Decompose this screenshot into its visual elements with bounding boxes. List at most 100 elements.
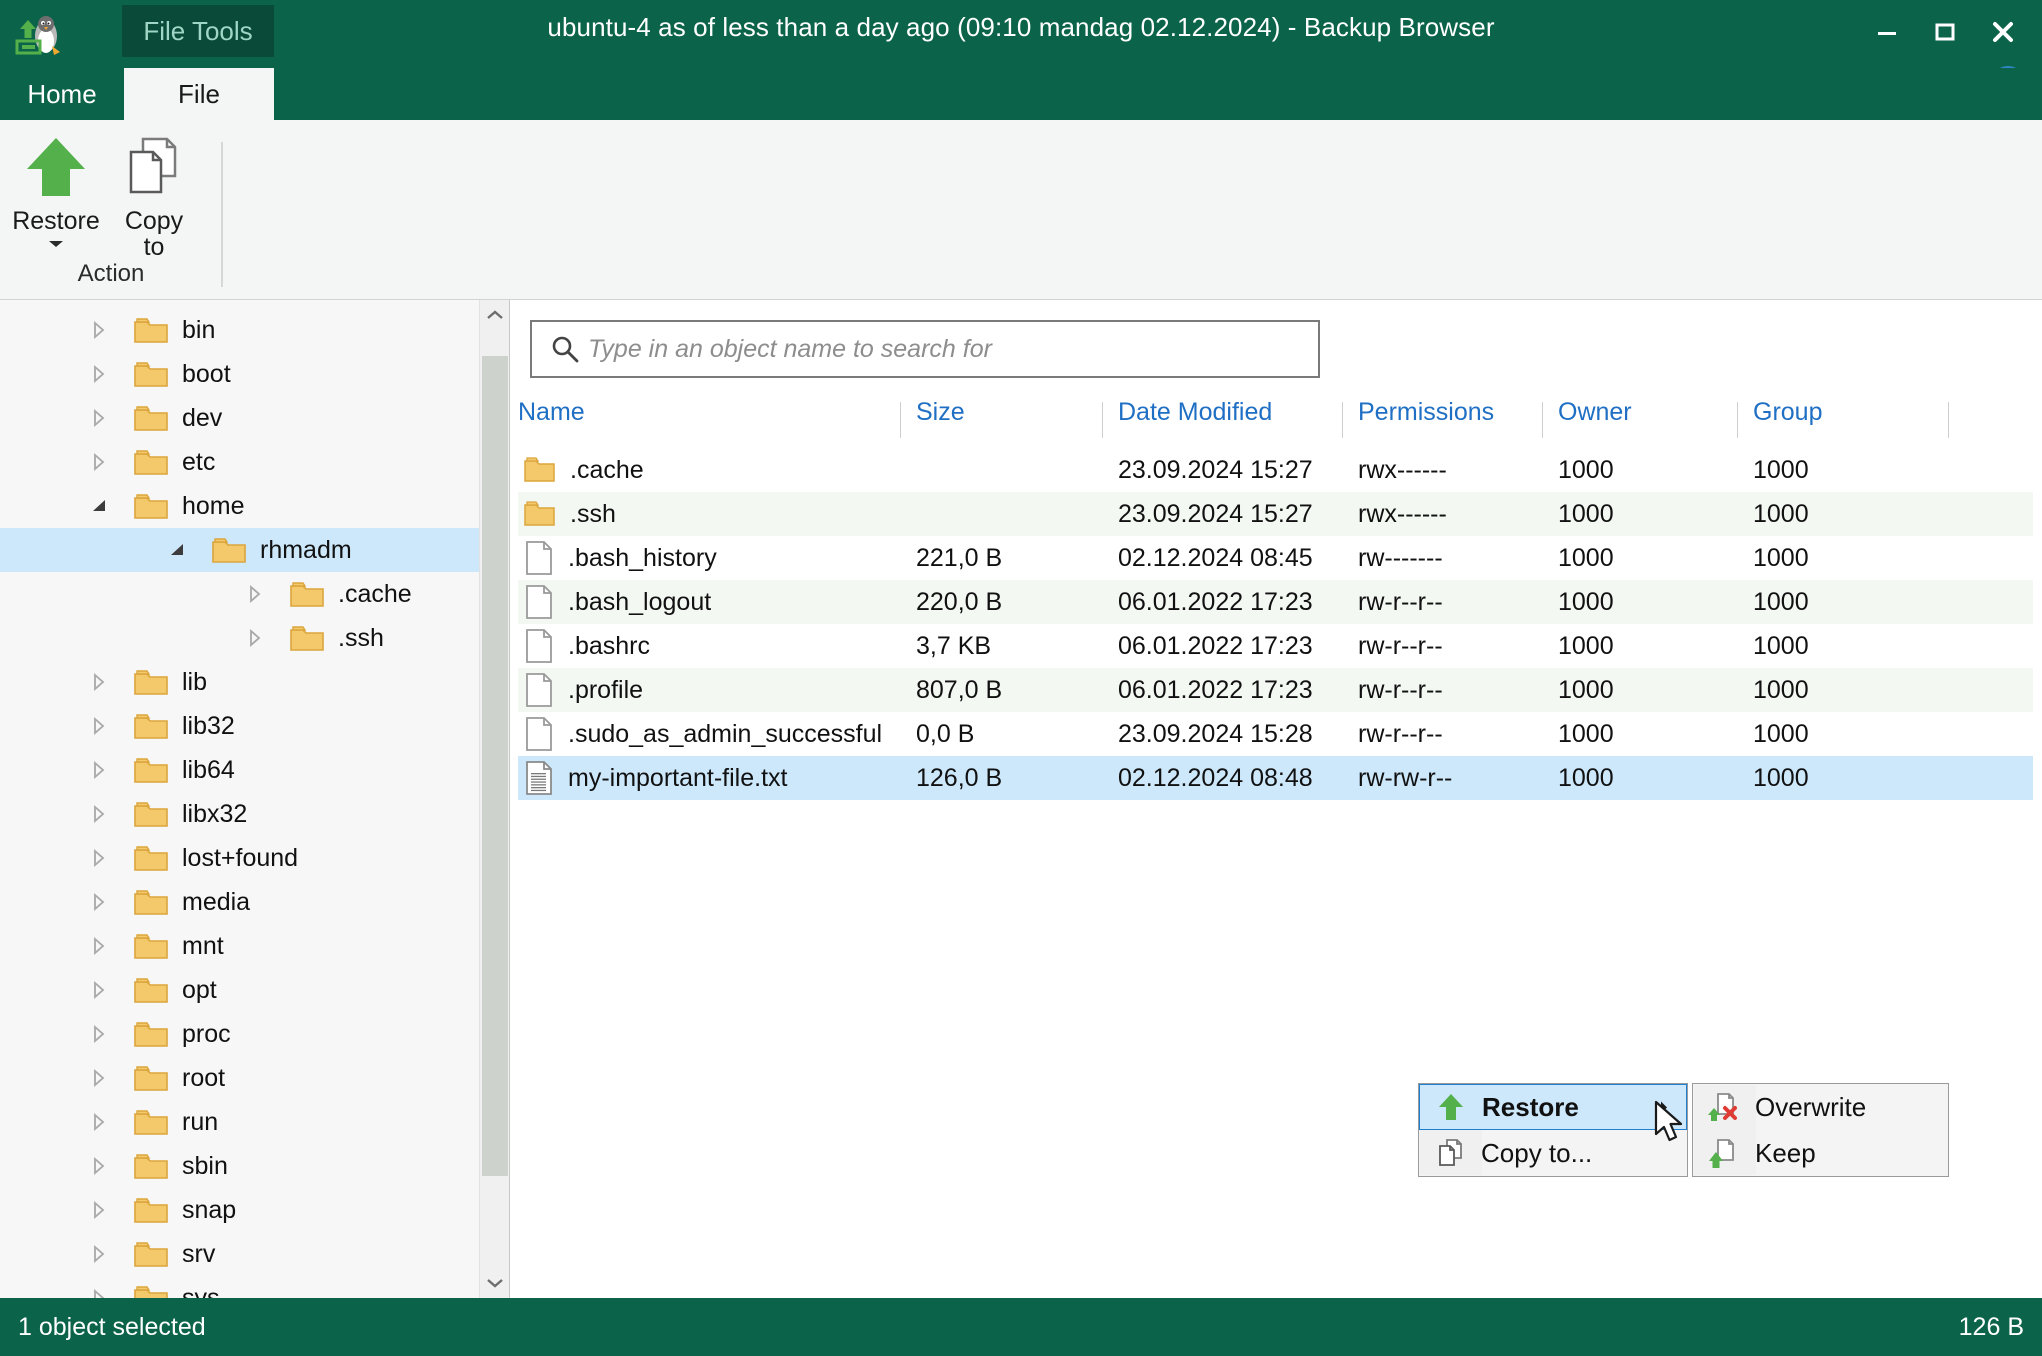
chevron-right-icon[interactable] xyxy=(86,1065,112,1091)
chevron-right-icon[interactable] xyxy=(86,889,112,915)
copy-to-label-line1: Copy xyxy=(124,207,184,235)
column-separator[interactable] xyxy=(900,402,901,438)
tree-item-dev[interactable]: dev xyxy=(0,396,509,440)
chevron-right-icon[interactable] xyxy=(86,933,112,959)
chevron-right-icon[interactable] xyxy=(242,625,268,651)
tab-file[interactable]: File xyxy=(124,68,274,120)
chevron-right-icon[interactable] xyxy=(86,449,112,475)
tree-item--ssh[interactable]: .ssh xyxy=(0,616,509,660)
table-row[interactable]: .cache 23.09.2024 15:27 rwx------ 1000 1000 xyxy=(518,448,2033,492)
context-menu-item-copy-to[interactable]: Copy to... xyxy=(1419,1130,1687,1176)
table-row[interactable]: .profile 807,0 B 06.01.2022 17:23 rw-r--r--… xyxy=(518,668,2033,712)
submenu-item-keep[interactable]: Keep xyxy=(1693,1130,1948,1176)
chevron-right-icon[interactable] xyxy=(86,317,112,343)
chevron-right-icon[interactable] xyxy=(86,1153,112,1179)
chevron-right-icon[interactable] xyxy=(86,1021,112,1047)
column-separator[interactable] xyxy=(1948,402,1949,438)
tree-item-sys[interactable]: sys xyxy=(0,1276,509,1298)
file-size-cell: 807,0 B xyxy=(916,675,1003,704)
close-button[interactable] xyxy=(1974,8,2032,56)
folder-icon xyxy=(134,933,168,960)
chevron-right-icon[interactable] xyxy=(86,361,112,387)
tree-item-libx32[interactable]: libx32 xyxy=(0,792,509,836)
tree-item--cache[interactable]: .cache xyxy=(0,572,509,616)
column-header-owner[interactable]: Owner xyxy=(1558,398,1632,427)
tree-item-label: etc xyxy=(182,447,216,476)
table-row[interactable]: .sudo_as_admin_successful 0,0 B 23.09.2024… xyxy=(518,712,2033,756)
minimize-button[interactable] xyxy=(1858,8,1916,56)
tree-item-lib64[interactable]: lib64 xyxy=(0,748,509,792)
column-separator[interactable] xyxy=(1737,402,1738,438)
chevron-down-icon[interactable] xyxy=(164,537,190,563)
column-separator[interactable] xyxy=(1102,402,1103,438)
tree-item-home[interactable]: home xyxy=(0,484,509,528)
chevron-right-icon[interactable] xyxy=(86,977,112,1003)
tree-item-opt[interactable]: opt xyxy=(0,968,509,1012)
file-size-cell: 221,0 B xyxy=(916,543,1003,572)
chevron-right-icon[interactable] xyxy=(86,1241,112,1267)
tree-item-root[interactable]: root xyxy=(0,1056,509,1100)
tree-item-snap[interactable]: snap xyxy=(0,1188,509,1232)
tab-home[interactable]: Home xyxy=(0,68,124,120)
column-header-size[interactable]: Size xyxy=(916,398,965,427)
context-menu-item-restore[interactable]: Restore xyxy=(1419,1084,1687,1130)
tree-item-label: sys xyxy=(182,1283,220,1299)
file-name-label: .cache xyxy=(570,455,644,484)
tab-file-label: File xyxy=(178,78,220,109)
table-row[interactable]: .bashrc 3,7 KB 06.01.2022 17:23 rw-r--r-- 10… xyxy=(518,624,2033,668)
chevron-right-icon[interactable] xyxy=(86,713,112,739)
tree-item-media[interactable]: media xyxy=(0,880,509,924)
tree-scrollbar[interactable] xyxy=(479,300,509,1298)
copy-to-button[interactable]: Copy to xyxy=(98,130,210,261)
scroll-down-icon[interactable] xyxy=(480,1268,509,1298)
table-row[interactable]: .bash_history 221,0 B 02.12.2024 08:45 rw--… xyxy=(518,536,2033,580)
tree-item-bin[interactable]: bin xyxy=(0,308,509,352)
search-box[interactable]: Type in an object name to search for xyxy=(530,320,1320,378)
chevron-right-icon[interactable] xyxy=(242,581,268,607)
tree-item-mnt[interactable]: mnt xyxy=(0,924,509,968)
file-owner-cell: 1000 xyxy=(1558,543,1614,572)
tree-item-lib32[interactable]: lib32 xyxy=(0,704,509,748)
scroll-up-icon[interactable] xyxy=(480,300,509,330)
chevron-down-icon[interactable] xyxy=(86,493,112,519)
green-up-arrow-icon xyxy=(19,130,93,200)
tree-item-label: mnt xyxy=(182,931,224,960)
tree-item-lib[interactable]: lib xyxy=(0,660,509,704)
restore-button[interactable]: Restore xyxy=(0,130,112,254)
column-header-group[interactable]: Group xyxy=(1753,398,1822,427)
table-row[interactable]: my-important-file.txt 126,0 B 02.12.2024 0… xyxy=(518,756,2033,800)
column-header-permissions[interactable]: Permissions xyxy=(1358,398,1494,427)
restore-dropdown-caret-icon[interactable] xyxy=(47,236,65,254)
copy-pages-icon xyxy=(1419,1137,1481,1169)
chevron-right-icon[interactable] xyxy=(86,1197,112,1223)
folder-tree: bin boot dev etc home rhmadm .cache .ssh lib lib3… xyxy=(0,300,509,1298)
tree-scrollbar-thumb[interactable] xyxy=(482,356,508,1176)
tree-item-srv[interactable]: srv xyxy=(0,1232,509,1276)
tree-item-run[interactable]: run xyxy=(0,1100,509,1144)
tree-item-rhmadm[interactable]: rhmadm xyxy=(0,528,509,572)
column-separator[interactable] xyxy=(1342,402,1343,438)
chevron-right-icon[interactable] xyxy=(86,845,112,871)
tree-item-proc[interactable]: proc xyxy=(0,1012,509,1056)
file-name-cell: .bashrc xyxy=(524,624,650,668)
maximize-button[interactable] xyxy=(1916,8,1974,56)
tree-item-boot[interactable]: boot xyxy=(0,352,509,396)
chevron-right-icon[interactable] xyxy=(86,757,112,783)
table-row[interactable]: .bash_logout 220,0 B 06.01.2022 17:23 rw-r-… xyxy=(518,580,2033,624)
column-separator[interactable] xyxy=(1542,402,1543,438)
window-title: ubuntu-4 as of less than a day ago (09:1… xyxy=(547,12,1495,42)
tree-item-sbin[interactable]: sbin xyxy=(0,1144,509,1188)
chevron-right-icon[interactable] xyxy=(86,1285,112,1298)
table-row[interactable]: .ssh 23.09.2024 15:27 rwx------ 1000 1000 xyxy=(518,492,2033,536)
chevron-right-icon[interactable] xyxy=(86,669,112,695)
chevron-right-icon[interactable] xyxy=(86,405,112,431)
chevron-right-icon[interactable] xyxy=(86,1109,112,1135)
column-header-name[interactable]: Name xyxy=(518,398,585,427)
tree-item-lost-found[interactable]: lost+found xyxy=(0,836,509,880)
chevron-right-icon[interactable] xyxy=(86,801,112,827)
column-header-date-modified[interactable]: Date Modified xyxy=(1118,398,1272,427)
submenu-item-overwrite[interactable]: Overwrite xyxy=(1693,1084,1948,1130)
ribbon-body: Restore Copy to Action xyxy=(0,120,2042,300)
tree-item-etc[interactable]: etc xyxy=(0,440,509,484)
ribbon-group-action: Restore Copy to Action xyxy=(0,120,222,299)
